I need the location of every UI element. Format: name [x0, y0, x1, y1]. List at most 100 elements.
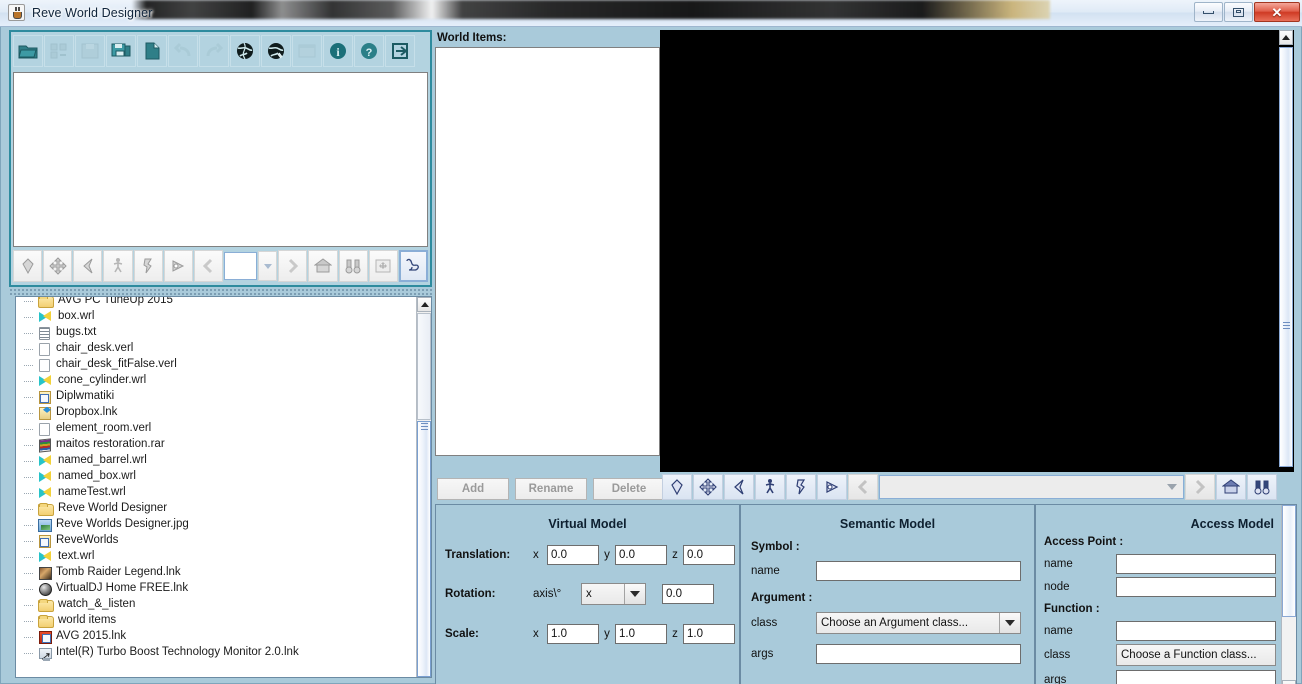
- translation-y-input[interactable]: 0.0: [615, 545, 667, 565]
- tree-item[interactable]: element_room.verl: [16, 421, 416, 437]
- rotation-axis-combo[interactable]: x: [581, 583, 646, 605]
- access-model-scrollbar-thumb[interactable]: [1282, 505, 1296, 617]
- new-document-icon[interactable]: [137, 35, 167, 67]
- viewpoint-combo[interactable]: [879, 475, 1184, 499]
- tree-item[interactable]: ↗ ReveWorlds: [16, 533, 416, 549]
- tree-item[interactable]: AVG 2015.lnk: [16, 629, 416, 645]
- pan-icon[interactable]: [693, 474, 723, 500]
- tree-item[interactable]: chair_desk_fitFalse.verl: [16, 357, 416, 373]
- viewport-scrollbar[interactable]: [1279, 30, 1294, 472]
- viewport-scroll-up-button[interactable]: [1279, 30, 1293, 45]
- ap-node-input[interactable]: [1116, 577, 1276, 597]
- tree-item[interactable]: ↗ Intel(R) Turbo Boost Technology Monitor…: [16, 645, 416, 663]
- scale-y-input[interactable]: 1.0: [615, 624, 667, 644]
- turn-icon[interactable]: [817, 474, 847, 500]
- file-tree[interactable]: AVG PC TuneUp 2015 box.wrl bugs.txt chair_d…: [15, 296, 432, 678]
- fit-world-icon[interactable]: [368, 250, 398, 282]
- pan-icon[interactable]: [43, 250, 73, 282]
- ap-name-input[interactable]: [1116, 554, 1276, 574]
- walk-icon[interactable]: [755, 474, 785, 500]
- fly-icon[interactable]: [133, 250, 163, 282]
- 3d-viewport[interactable]: [660, 30, 1279, 472]
- argument-section-label: Argument :: [751, 592, 813, 604]
- close-button[interactable]: ✕: [1254, 2, 1300, 22]
- scroll-up-button[interactable]: [417, 297, 431, 312]
- ap-node-label: node: [1044, 581, 1070, 593]
- fn-name-input[interactable]: [1116, 621, 1276, 641]
- fly-icon[interactable]: [786, 474, 816, 500]
- binoculars-icon[interactable]: [338, 250, 368, 282]
- translation-z-input[interactable]: 0.0: [683, 545, 735, 565]
- help-icon[interactable]: ?: [354, 35, 384, 67]
- info-icon[interactable]: i: [323, 35, 353, 67]
- world-items-list[interactable]: [435, 47, 660, 456]
- tree-item[interactable]: nameTest.wrl: [16, 485, 416, 501]
- wrl-file-icon: [38, 374, 54, 388]
- ap-name-row: name: [1036, 554, 1296, 574]
- tree-item-label: AVG PC TuneUp 2015: [58, 296, 173, 307]
- tree-item-label: watch_&_listen: [58, 598, 136, 611]
- rotation-angle-input[interactable]: 0.0: [662, 584, 714, 604]
- tree-item[interactable]: Dropbox.lnk: [16, 405, 416, 421]
- binoculars-icon[interactable]: [1247, 474, 1277, 500]
- tree-item[interactable]: AVG PC TuneUp 2015: [16, 296, 416, 309]
- access-model-scrollbar[interactable]: [1281, 505, 1296, 684]
- prev-viewpoint-icon[interactable]: [848, 474, 878, 500]
- main-toolbar: i ?: [11, 32, 430, 70]
- prev-viewpoint-icon[interactable]: [193, 250, 223, 282]
- tree-item[interactable]: named_box.wrl: [16, 469, 416, 485]
- symbol-name-input[interactable]: [816, 561, 1021, 581]
- rotate-icon[interactable]: [724, 474, 754, 500]
- save-as-icon[interactable]: [106, 35, 136, 67]
- scroll-icon[interactable]: [398, 250, 428, 282]
- tree-item[interactable]: box.wrl: [16, 309, 416, 325]
- open-file-icon[interactable]: [13, 35, 43, 67]
- tree-item[interactable]: Tomb Raider Legend.lnk: [16, 565, 416, 581]
- file-tree-scrollbar[interactable]: [416, 297, 431, 677]
- home-icon[interactable]: [1216, 474, 1246, 500]
- rename-button[interactable]: Rename: [515, 478, 587, 500]
- home-icon[interactable]: [308, 250, 338, 282]
- globe-icon[interactable]: [230, 35, 260, 67]
- vrml-preview-canvas[interactable]: [13, 72, 428, 247]
- scale-x-input[interactable]: 1.0: [547, 624, 599, 644]
- globe-pin-icon[interactable]: [261, 35, 291, 67]
- scrollbar-thumb[interactable]: [417, 421, 431, 677]
- viewpoint-dropdown-icon[interactable]: [257, 251, 278, 281]
- tree-item[interactable]: watch_&_listen: [16, 597, 416, 613]
- viewpoint-field[interactable]: [223, 252, 257, 280]
- rotate-icon[interactable]: [73, 250, 103, 282]
- turn-icon[interactable]: [163, 250, 193, 282]
- tree-item[interactable]: world items: [16, 613, 416, 629]
- maximize-button[interactable]: [1224, 2, 1253, 22]
- walk-icon[interactable]: [103, 250, 133, 282]
- tree-item[interactable]: Reve World Designer: [16, 501, 416, 517]
- tree-item[interactable]: chair_desk.verl: [16, 341, 416, 357]
- tree-item[interactable]: cone_cylinder.wrl: [16, 373, 416, 389]
- delete-button[interactable]: Delete: [593, 478, 665, 500]
- minimize-button[interactable]: [1194, 2, 1223, 22]
- tree-item[interactable]: named_barrel.wrl: [16, 453, 416, 469]
- viewport-scrollbar-thumb[interactable]: [1279, 47, 1293, 467]
- exit-icon[interactable]: [385, 35, 415, 67]
- add-button[interactable]: Add: [437, 478, 509, 500]
- tree-item[interactable]: maitos restoration.rar: [16, 437, 416, 453]
- scrollbar-track-upper[interactable]: [417, 313, 431, 420]
- fn-class-combo[interactable]: Choose a Function class...: [1116, 644, 1276, 666]
- next-viewpoint-icon[interactable]: [278, 250, 308, 282]
- examine-icon[interactable]: [13, 250, 43, 282]
- next-viewpoint-icon[interactable]: [1185, 474, 1215, 500]
- examine-icon[interactable]: [662, 474, 692, 500]
- translation-x-input[interactable]: 0.0: [547, 545, 599, 565]
- tree-item[interactable]: bugs.txt: [16, 325, 416, 341]
- tree-item[interactable]: ↗ Diplwmatiki: [16, 389, 416, 405]
- argument-args-input[interactable]: [816, 644, 1021, 664]
- tree-item[interactable]: VirtualDJ Home FREE.lnk: [16, 581, 416, 597]
- tree-item[interactable]: text.wrl: [16, 549, 416, 565]
- argument-class-combo[interactable]: Choose an Argument class...: [816, 612, 1021, 634]
- vrml-browser-panel: i ?: [9, 30, 432, 287]
- tree-item[interactable]: Reve Worlds Designer.jpg: [16, 517, 416, 533]
- scale-z-input[interactable]: 1.0: [683, 624, 735, 644]
- access-model-scroll-down-button[interactable]: [1282, 680, 1296, 684]
- fn-args-input[interactable]: [1116, 670, 1276, 684]
